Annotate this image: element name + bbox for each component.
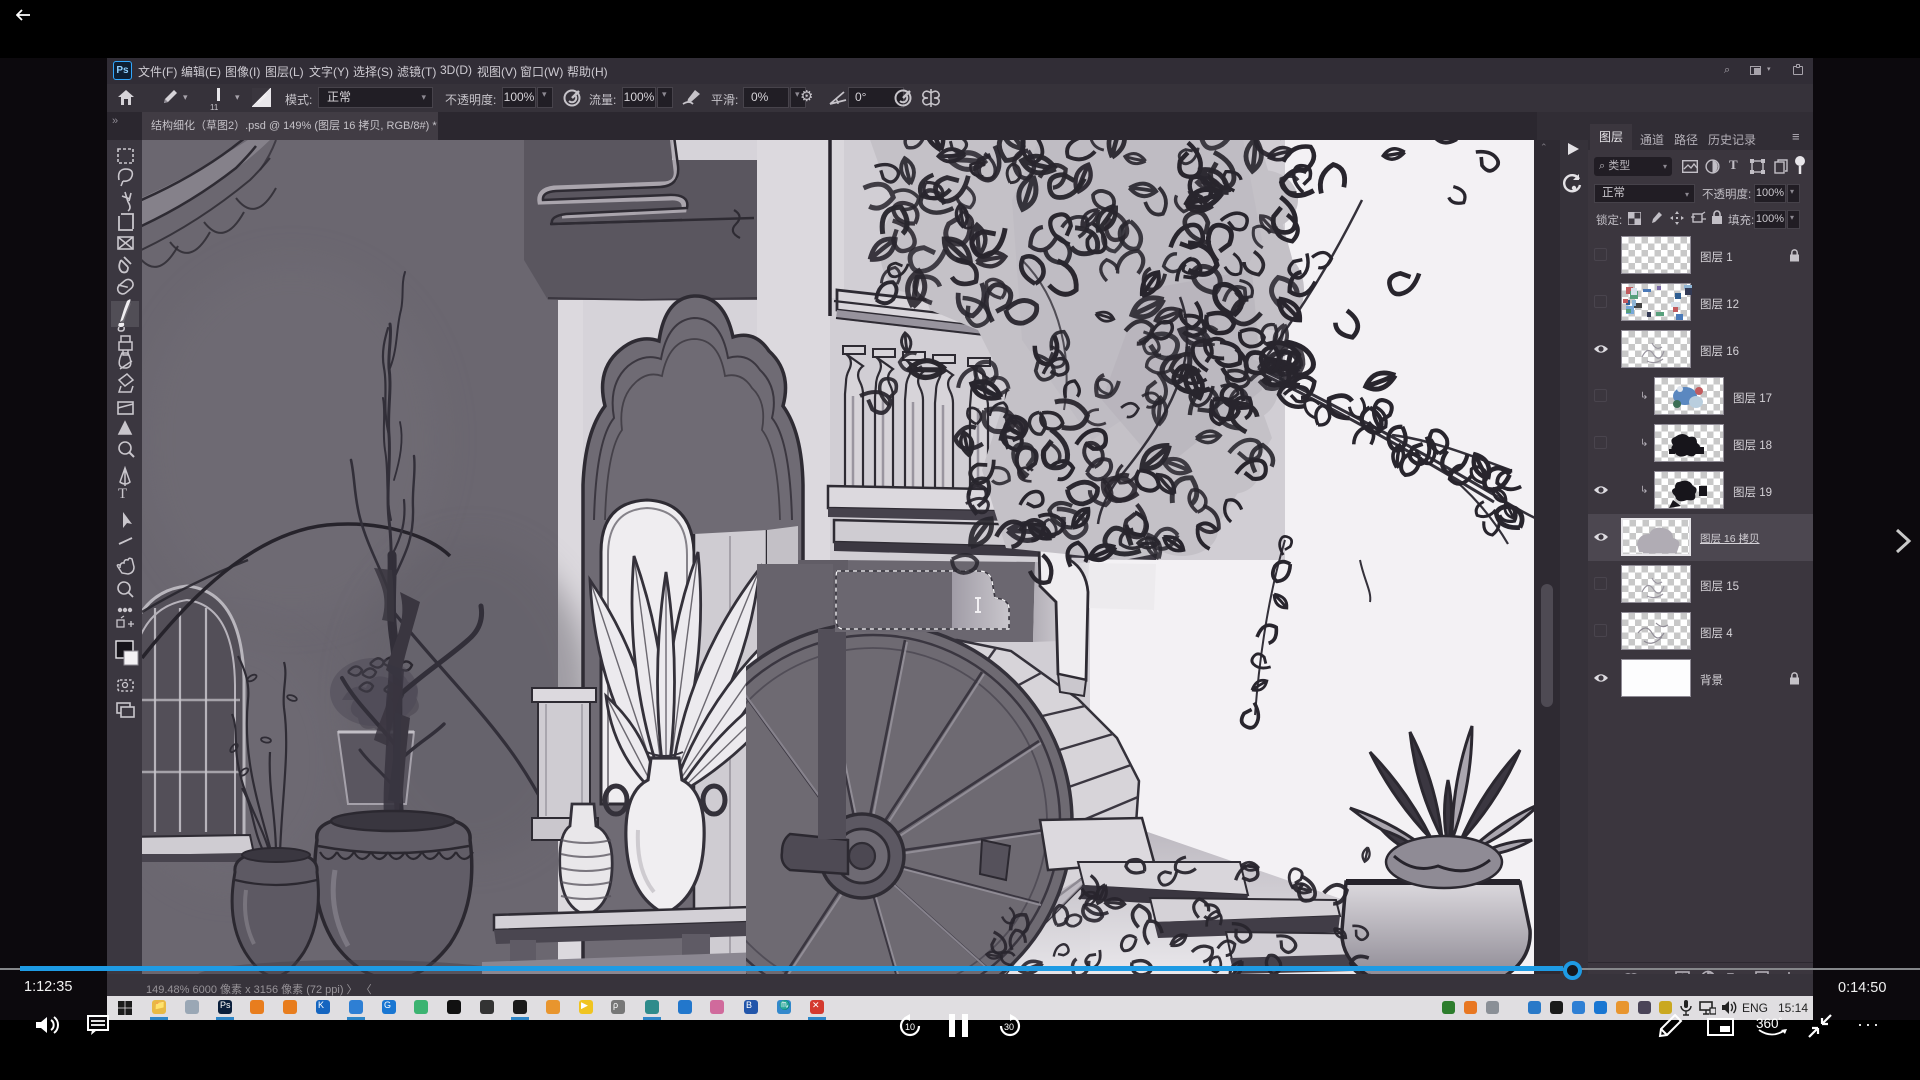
svg-text:T: T: [118, 486, 127, 502]
svg-text:10: 10: [905, 1022, 915, 1032]
svg-text:30: 30: [1004, 1022, 1014, 1032]
